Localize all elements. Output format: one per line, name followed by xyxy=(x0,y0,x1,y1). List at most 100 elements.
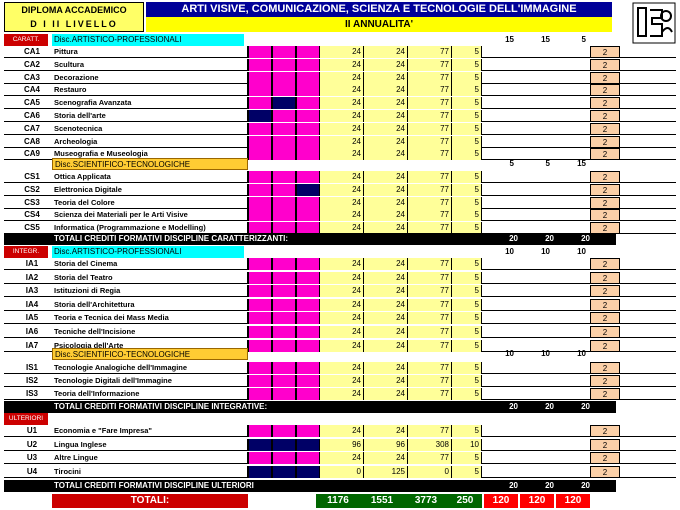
period-marker xyxy=(272,171,296,183)
credit-total-3: 120 xyxy=(556,494,590,508)
hours-v3: 77 xyxy=(408,326,452,338)
hours-v4: 5 xyxy=(452,135,482,148)
period-marker xyxy=(296,425,320,437)
period-marker xyxy=(248,362,272,374)
hours-v2: 24 xyxy=(364,135,408,148)
hours-v1: 24 xyxy=(320,285,364,298)
period-marker xyxy=(272,58,296,71)
group-credit: 5 xyxy=(581,35,586,44)
hours-v4: 5 xyxy=(452,271,482,284)
hours-v1: 24 xyxy=(320,58,364,71)
hours-v2: 24 xyxy=(364,171,408,183)
hours-v3: 77 xyxy=(408,122,452,135)
table-row: IS3 Teoria dell'Informazione 24 24 77 5 2 xyxy=(4,388,676,400)
period-marker xyxy=(296,362,320,374)
hours-v4: 5 xyxy=(452,97,482,110)
period-marker xyxy=(296,271,320,284)
diploma-title: DIPLOMA ACCADEMICO xyxy=(21,5,127,15)
course-name: Scienza dei Materiali per le Arti Visive xyxy=(52,209,248,222)
period-marker xyxy=(248,258,272,270)
hours-v4: 5 xyxy=(452,84,482,97)
group-credit: 15 xyxy=(505,35,514,44)
row-credits: 2 xyxy=(590,339,620,352)
course-name: Ottica Applicata xyxy=(52,171,248,183)
course-name: Elettronica Digitale xyxy=(52,183,248,196)
hours-v1: 24 xyxy=(320,122,364,135)
course-name: Lingua Inglese xyxy=(52,438,248,451)
hours-v2: 24 xyxy=(364,148,408,161)
group-credit: 15 xyxy=(541,35,550,44)
group-credit: 10 xyxy=(577,247,586,256)
table-row: CS4 Scienza dei Materiali per le Arti Vis… xyxy=(4,209,676,222)
section-total-value: 20 xyxy=(545,481,554,490)
row-credits: 2 xyxy=(590,438,620,451)
hours-v3: 77 xyxy=(408,425,452,437)
group-credit: 5 xyxy=(509,159,514,168)
row-credits: 2 xyxy=(590,465,620,478)
course-name: Istituzioni di Regia xyxy=(52,285,248,298)
hours-v4: 5 xyxy=(452,362,482,374)
table-row: U4 Tirocini 0 125 0 5 2 xyxy=(4,465,676,478)
hours-v1: 24 xyxy=(320,71,364,84)
course-code: IA4 xyxy=(25,299,39,309)
period-marker xyxy=(272,452,296,464)
period-marker xyxy=(248,110,272,122)
period-marker xyxy=(296,339,320,352)
hours-v2: 24 xyxy=(364,183,408,196)
row-credits: 2 xyxy=(590,271,620,284)
hours-v2: 24 xyxy=(364,339,408,352)
course-code: IA5 xyxy=(25,313,39,323)
hours-v2: 24 xyxy=(364,312,408,325)
course-name: Scenografia Avanzata xyxy=(52,97,248,110)
hours-v1: 24 xyxy=(320,171,364,183)
hours-v1: 0 xyxy=(320,465,364,478)
hours-v3: 77 xyxy=(408,285,452,298)
row-credits: 2 xyxy=(590,135,620,148)
hours-v2: 24 xyxy=(364,46,408,58)
hours-v1: 24 xyxy=(320,425,364,437)
section-total-value: 20 xyxy=(581,481,590,490)
hours-v2: 24 xyxy=(364,122,408,135)
course-code: CA6 xyxy=(23,111,40,120)
row-credits: 2 xyxy=(590,97,620,110)
period-marker xyxy=(248,298,272,311)
hours-v3: 77 xyxy=(408,375,452,387)
period-marker xyxy=(296,326,320,338)
section-total: TOTALI CREDITI FORMATIVI DISCIPLINE ULTE… xyxy=(4,480,616,492)
group-credit: 15 xyxy=(577,159,586,168)
course-code: CS3 xyxy=(24,197,40,207)
hours-v1: 24 xyxy=(320,97,364,110)
table-row: CA5 Scenografia Avanzata 24 24 77 5 2 xyxy=(4,97,676,110)
credit-total-2: 120 xyxy=(520,494,554,508)
course-name: Economia e "Fare Impresa" xyxy=(52,425,248,437)
hours-v2: 24 xyxy=(364,298,408,311)
hours-v2: 24 xyxy=(364,209,408,222)
hours-v3: 77 xyxy=(408,271,452,284)
section-total: TOTALI CREDITI FORMATIVI DISCIPLINE CARA… xyxy=(4,233,616,245)
hours-v2: 24 xyxy=(364,84,408,97)
hours-v2: 24 xyxy=(364,71,408,84)
course-code: U2 xyxy=(26,439,38,449)
hours-v1: 24 xyxy=(320,209,364,222)
hours-v4: 5 xyxy=(452,312,482,325)
hours-v3: 77 xyxy=(408,312,452,325)
course-code: IA7 xyxy=(25,340,39,350)
table-row: CA1 Pittura 24 24 77 5 2 xyxy=(4,46,676,58)
row-credits: 2 xyxy=(590,183,620,196)
course-code: CA7 xyxy=(23,123,40,133)
hours-v1: 24 xyxy=(320,312,364,325)
course-name: Storia dell'Architettura xyxy=(52,298,248,311)
period-marker xyxy=(296,258,320,270)
period-marker xyxy=(248,452,272,464)
row-credits: 2 xyxy=(590,452,620,464)
hours-v2: 24 xyxy=(364,58,408,71)
row-credits: 2 xyxy=(590,148,620,161)
course-name: Restauro xyxy=(52,84,248,97)
course-name: Tirocini xyxy=(52,465,248,478)
hours-v2: 24 xyxy=(364,326,408,338)
period-marker xyxy=(248,183,272,196)
hours-v2: 24 xyxy=(364,375,408,387)
hours-v3: 77 xyxy=(408,209,452,222)
section-total-value: 20 xyxy=(545,402,554,411)
course-code: IA2 xyxy=(25,272,39,282)
